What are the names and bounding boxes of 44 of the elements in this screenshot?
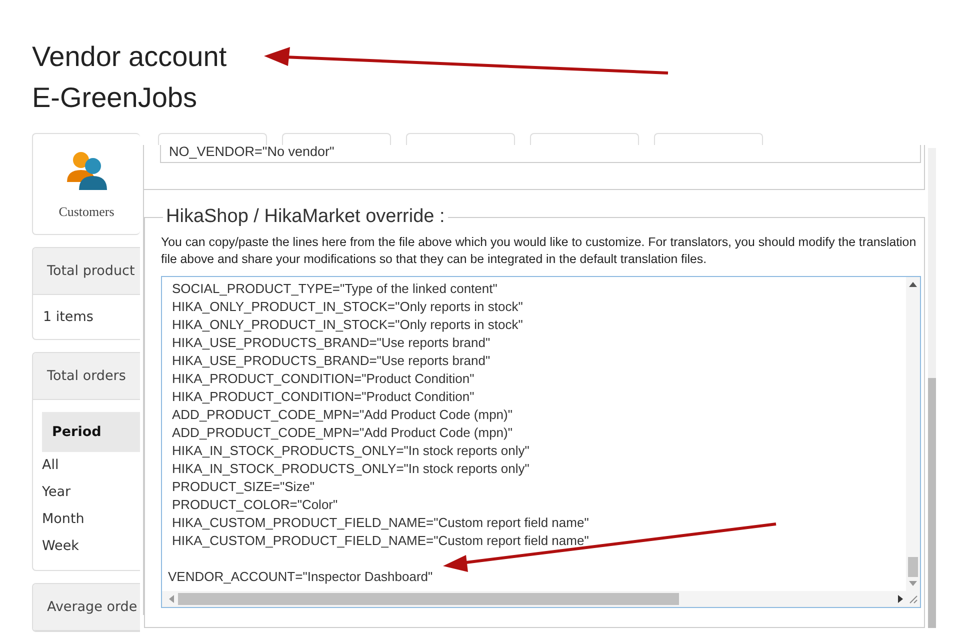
- code-line: SOCIAL_PRODUCT_TYPE="Type of the linked content": [171, 280, 498, 298]
- scroll-down-icon: [909, 581, 917, 587]
- code-line: VENDOR_ACCOUNT="Inspector Dashboard": [167, 568, 434, 586]
- text-area[interactable]: NO_VENDOR="No vendor": [160, 145, 921, 163]
- scrollbar-thumb[interactable]: [928, 378, 936, 628]
- scrollbar-thumb[interactable]: [178, 593, 680, 605]
- code-line: HIKA_PRODUCT_CONDITION="Product Condition": [171, 388, 476, 406]
- code-line: HIKA_IN_STOCK_PRODUCTS_ONLY="In stock reports only": [171, 442, 530, 460]
- scroll-up-icon: [909, 281, 917, 287]
- card-header: Total product: [33, 248, 140, 295]
- text-area[interactable]: [161, 276, 921, 608]
- page-subtitle: E-GreenJobs: [32, 81, 197, 115]
- code-line: HIKA_CUSTOM_PRODUCT_FIELD_NAME="Custom report field name": [171, 532, 590, 550]
- code-line: HIKA_USE_PRODUCTS_BRAND="Use reports brand": [171, 352, 492, 370]
- customers-card[interactable]: Customers: [32, 133, 140, 235]
- vertical-scrollbar[interactable]: [906, 277, 920, 591]
- period-label: Month: [42, 510, 86, 529]
- code-line: HIKA_IN_STOCK_PRODUCTS_ONLY="In stock reports only": [171, 460, 530, 478]
- code-line: HIKA_CUSTOM_PRODUCT_FIELD_NAME="Custom report field name": [171, 514, 590, 532]
- description-text: You can copy/paste the lines here from the file above which you would like to customize. For translators, you should modify the translation file above and share your modifications so that they can be integrated in the default translation files.: [161, 234, 918, 268]
- period-label: Year: [42, 483, 72, 502]
- page-scrollbar[interactable]: [928, 148, 936, 628]
- period-label: All: [42, 456, 60, 475]
- card-value: 1 items: [42, 308, 94, 327]
- scrollbar-thumb[interactable]: [908, 557, 918, 577]
- page-title: Vendor account: [32, 40, 227, 74]
- code-line: HIKA_USE_PRODUCTS_BRAND="Use reports brand": [171, 334, 492, 352]
- horizontal-scrollbar[interactable]: [162, 591, 920, 607]
- scroll-left-icon: [168, 595, 174, 603]
- code-line: NO_VENDOR="No vendor": [169, 145, 336, 159]
- code-line: ADD_PRODUCT_CODE_MPN="Add Product Code (mpn)": [171, 406, 514, 424]
- period-label: Week: [42, 537, 80, 556]
- table-header: Period: [42, 412, 140, 452]
- code-line: HIKA_ONLY_PRODUCT_IN_STOCK="Only reports in stock": [171, 298, 524, 316]
- resize-grip-icon: [908, 594, 918, 604]
- code-line: HIKA_PRODUCT_CONDITION="Product Condition": [171, 370, 476, 388]
- card-header: Total orders: [33, 353, 140, 400]
- card-header: Average orde: [33, 584, 140, 631]
- code-line: HIKA_ONLY_PRODUCT_IN_STOCK="Only reports in stock": [171, 316, 524, 334]
- section-legend: HikaShop / HikaMarket override :: [163, 206, 448, 228]
- code-line: ADD_PRODUCT_CODE_MPN="Add Product Code (mpn)": [171, 424, 514, 442]
- code-line: PRODUCT_SIZE="Size": [171, 478, 316, 496]
- code-line: PRODUCT_COLOR="Color": [171, 496, 339, 514]
- scroll-right-icon: [898, 595, 904, 603]
